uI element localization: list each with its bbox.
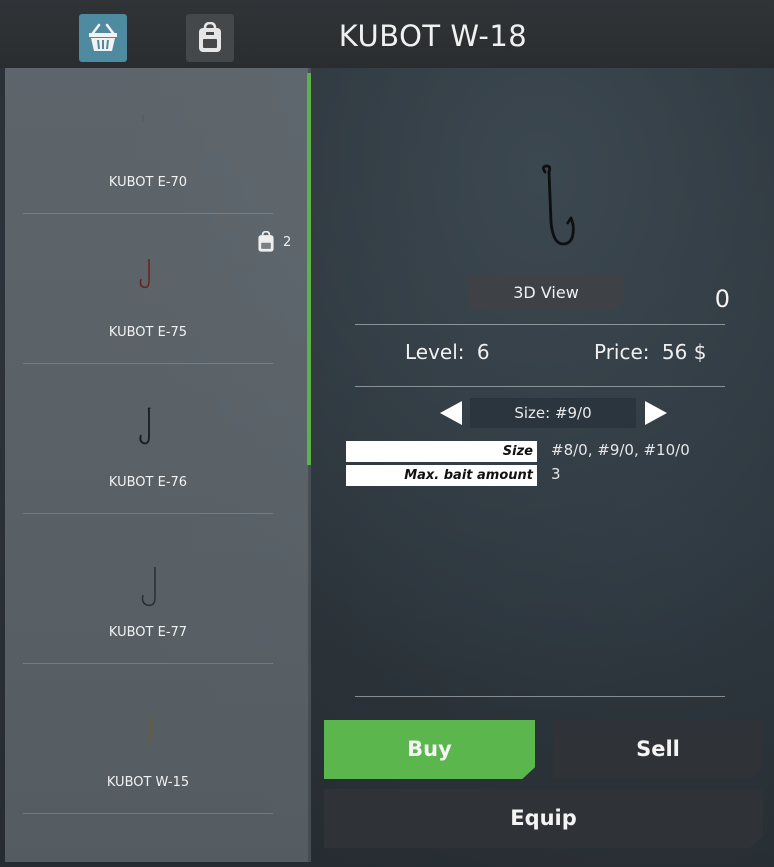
property-value: #8/0, #9/0, #10/0 [551,441,690,459]
size-next-arrow-icon[interactable] [643,400,669,426]
list-item[interactable]: 2 KUBOT E-75 [23,213,291,364]
owned-count: 2 [283,234,292,250]
divider [355,696,725,697]
list-item[interactable]: KUBOT W-15 [23,663,273,814]
shop-tab[interactable] [79,14,127,62]
owned-quantity: 0 [714,285,730,313]
owned-count-badge: 2 [255,231,291,253]
list-item-label: KUBOT E-75 [108,325,188,340]
property-value: 3 [551,465,561,483]
size-prev-arrow-icon[interactable] [438,400,464,426]
property-label: Max. bait amount [346,465,537,486]
list-item[interactable]: KUBOT E-76 [23,363,273,514]
list-item-label: KUBOT E-70 [108,175,188,190]
price-value: 56 $ [661,340,707,364]
level-stat: Level: 6 [405,340,490,364]
hook-image [142,115,144,121]
list-item-label: KUBOT E-76 [108,475,188,490]
scrollbar-thumb[interactable] [307,73,311,465]
hook-image [139,259,150,289]
item-title: KUBOT W-18 [338,19,528,53]
size-selector: Size: #9/0 [470,398,636,428]
buy-button[interactable]: Buy [324,720,535,779]
level-value: 6 [476,340,490,364]
list-item-label: KUBOT E-77 [108,625,188,640]
hook-image [139,407,151,445]
top-bar: KUBOT W-18 [0,0,774,68]
sell-button[interactable]: Sell [553,720,763,779]
hook-image [144,716,152,745]
hook-image [141,567,156,607]
price-label: Price: [594,340,650,364]
3d-view-button[interactable]: 3D View [468,276,624,310]
list-item[interactable]: KUBOT E-70 [23,68,273,214]
level-label: Level: [405,340,465,364]
divider [355,324,725,325]
item-list: KUBOT E-70 2 KUBOT E-75 KUBOT E-76 KUBOT… [5,68,311,862]
backpack-icon [199,22,221,52]
equip-button[interactable]: Equip [324,789,763,848]
inventory-tab[interactable] [186,14,234,62]
backpack-icon [258,231,274,252]
property-label: Size [346,441,537,462]
price-stat: Price: 56 $ [594,340,706,364]
basket-icon [89,23,117,51]
hook-preview-image [542,164,575,246]
list-item-label: KUBOT W-15 [106,775,190,790]
divider [355,386,725,387]
list-item[interactable]: KUBOT E-77 [23,513,273,664]
